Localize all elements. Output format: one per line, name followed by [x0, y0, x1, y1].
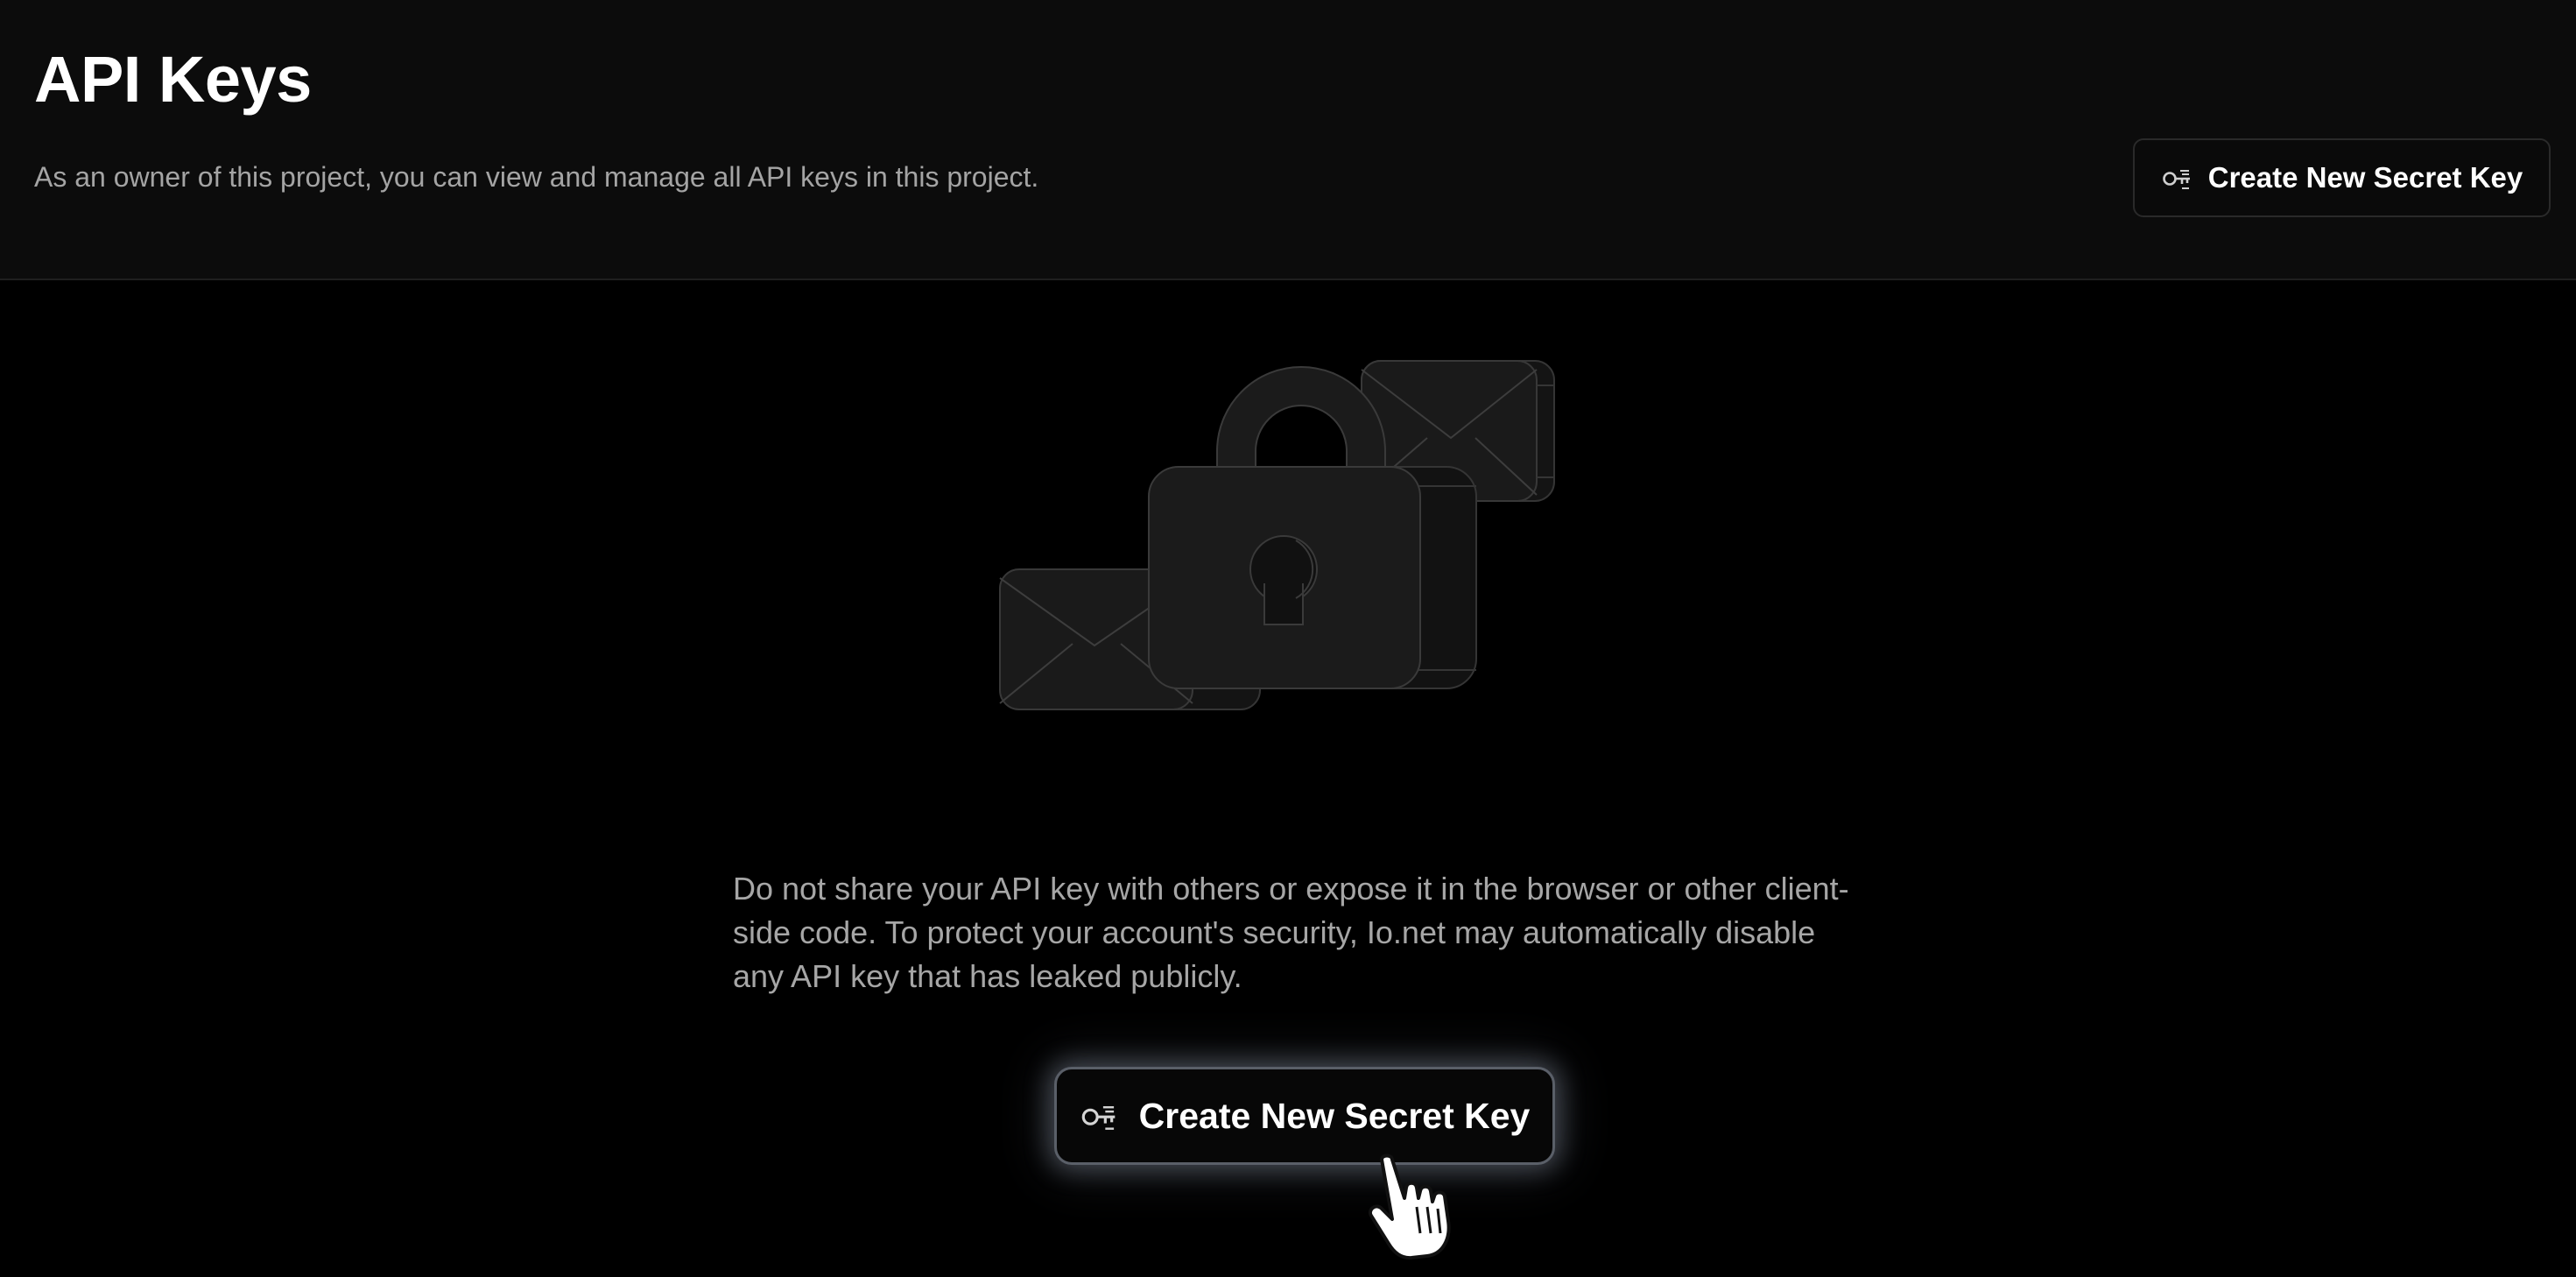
key-icon	[1081, 1106, 1115, 1130]
api-keys-page: API Keys As an owner of this project, yo…	[0, 0, 2576, 1277]
page-header: API Keys As an owner of this project, yo…	[0, 0, 2576, 280]
key-icon	[2162, 170, 2190, 189]
page-subtitle: As an owner of this project, you can vie…	[34, 161, 1039, 193]
create-secret-key-button-label: Create New Secret Key	[2207, 161, 2523, 194]
create-secret-key-button-header[interactable]: Create New Secret Key	[2133, 138, 2551, 217]
hand-pointer-cursor-icon	[1369, 1154, 1451, 1260]
page-title: API Keys	[34, 43, 312, 116]
create-secret-key-button-label: Create New Secret Key	[1138, 1095, 1531, 1136]
lock-envelopes-illustration	[999, 360, 1555, 710]
api-key-warning-text: Do not share your API key with others or…	[733, 871, 1849, 994]
create-secret-key-button[interactable]: Create New Secret Key	[1054, 1067, 1555, 1165]
